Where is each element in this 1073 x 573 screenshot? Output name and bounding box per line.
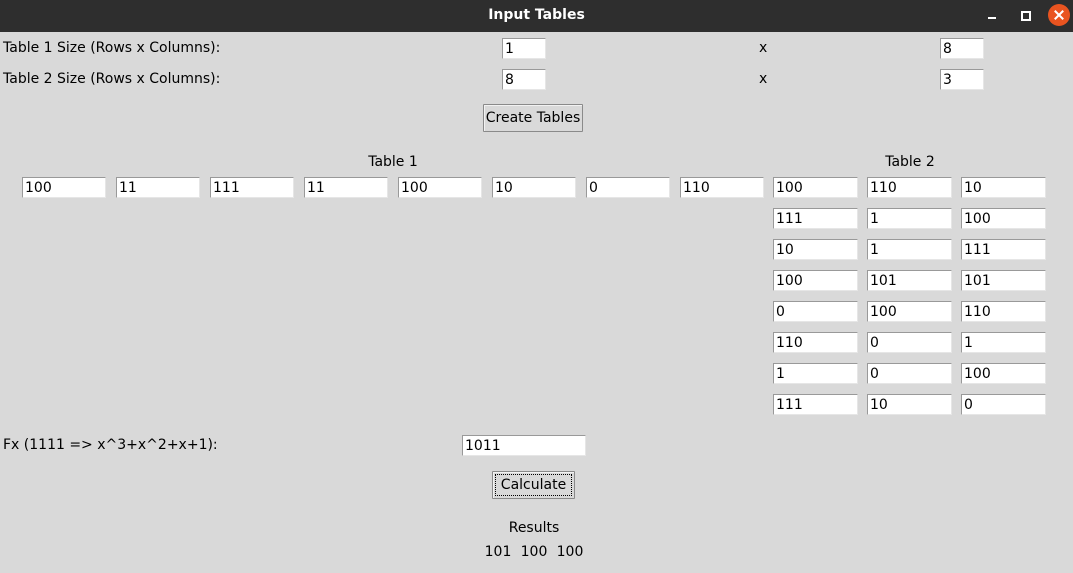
table2-cell[interactable] — [773, 208, 858, 229]
table2-cell[interactable] — [867, 177, 952, 198]
create-tables-button[interactable]: Create Tables — [483, 104, 583, 132]
maximize-icon[interactable] — [1015, 5, 1037, 27]
window-title: Input Tables — [488, 7, 585, 23]
table2-cell[interactable] — [773, 239, 858, 260]
close-icon[interactable] — [1048, 4, 1070, 26]
table2-cell[interactable] — [961, 239, 1046, 260]
table2-cell[interactable] — [867, 394, 952, 415]
table2-cell[interactable] — [961, 301, 1046, 322]
results-title: Results — [508, 520, 560, 536]
table1-rows-input[interactable] — [502, 38, 546, 59]
table2-size-label: Table 2 Size (Rows x Columns): — [3, 71, 221, 87]
table2-cell[interactable] — [961, 270, 1046, 291]
table1-cell[interactable] — [586, 177, 670, 198]
table1-cell[interactable] — [398, 177, 482, 198]
table1-cell[interactable] — [680, 177, 764, 198]
table2-cell[interactable] — [867, 332, 952, 353]
fx-input[interactable] — [462, 435, 586, 456]
table2-cell[interactable] — [773, 301, 858, 322]
table1-cell[interactable] — [116, 177, 200, 198]
table2-cell[interactable] — [867, 363, 952, 384]
table1-title: Table 1 — [368, 154, 418, 170]
table2-rows-input[interactable] — [502, 69, 546, 90]
table1-size-label: Table 1 Size (Rows x Columns): — [3, 40, 221, 56]
table2-cell[interactable] — [867, 270, 952, 291]
table2-cell[interactable] — [867, 239, 952, 260]
table2-cell[interactable] — [961, 208, 1046, 229]
table2-cell[interactable] — [773, 332, 858, 353]
table1-cell[interactable] — [492, 177, 576, 198]
table1-cell[interactable] — [22, 177, 106, 198]
table2-cell[interactable] — [773, 177, 858, 198]
fx-label: Fx (1111 => x^3+x^2+x+1): — [3, 437, 218, 453]
table2-cell[interactable] — [773, 270, 858, 291]
table2-cell[interactable] — [961, 332, 1046, 353]
table1-cell[interactable] — [304, 177, 388, 198]
table2-x-label: x — [759, 71, 768, 87]
table1-x-label: x — [759, 40, 768, 56]
result-value: 100 — [556, 544, 584, 560]
table2-cols-input[interactable] — [940, 69, 984, 90]
minimize-icon[interactable] — [981, 5, 1003, 27]
window-titlebar: Input Tables — [0, 0, 1073, 32]
table1-grid — [22, 177, 772, 199]
table2-cell[interactable] — [773, 394, 858, 415]
table2-cell[interactable] — [961, 394, 1046, 415]
table1-cell[interactable] — [210, 177, 294, 198]
table2-cell[interactable] — [867, 208, 952, 229]
table2-grid — [773, 177, 1053, 417]
table2-cell[interactable] — [961, 177, 1046, 198]
table2-cell[interactable] — [961, 363, 1046, 384]
table2-cell[interactable] — [773, 363, 858, 384]
table2-title: Table 2 — [885, 154, 935, 170]
table1-cols-input[interactable] — [940, 38, 984, 59]
table2-cell[interactable] — [867, 301, 952, 322]
calculate-button[interactable]: Calculate — [492, 471, 575, 499]
